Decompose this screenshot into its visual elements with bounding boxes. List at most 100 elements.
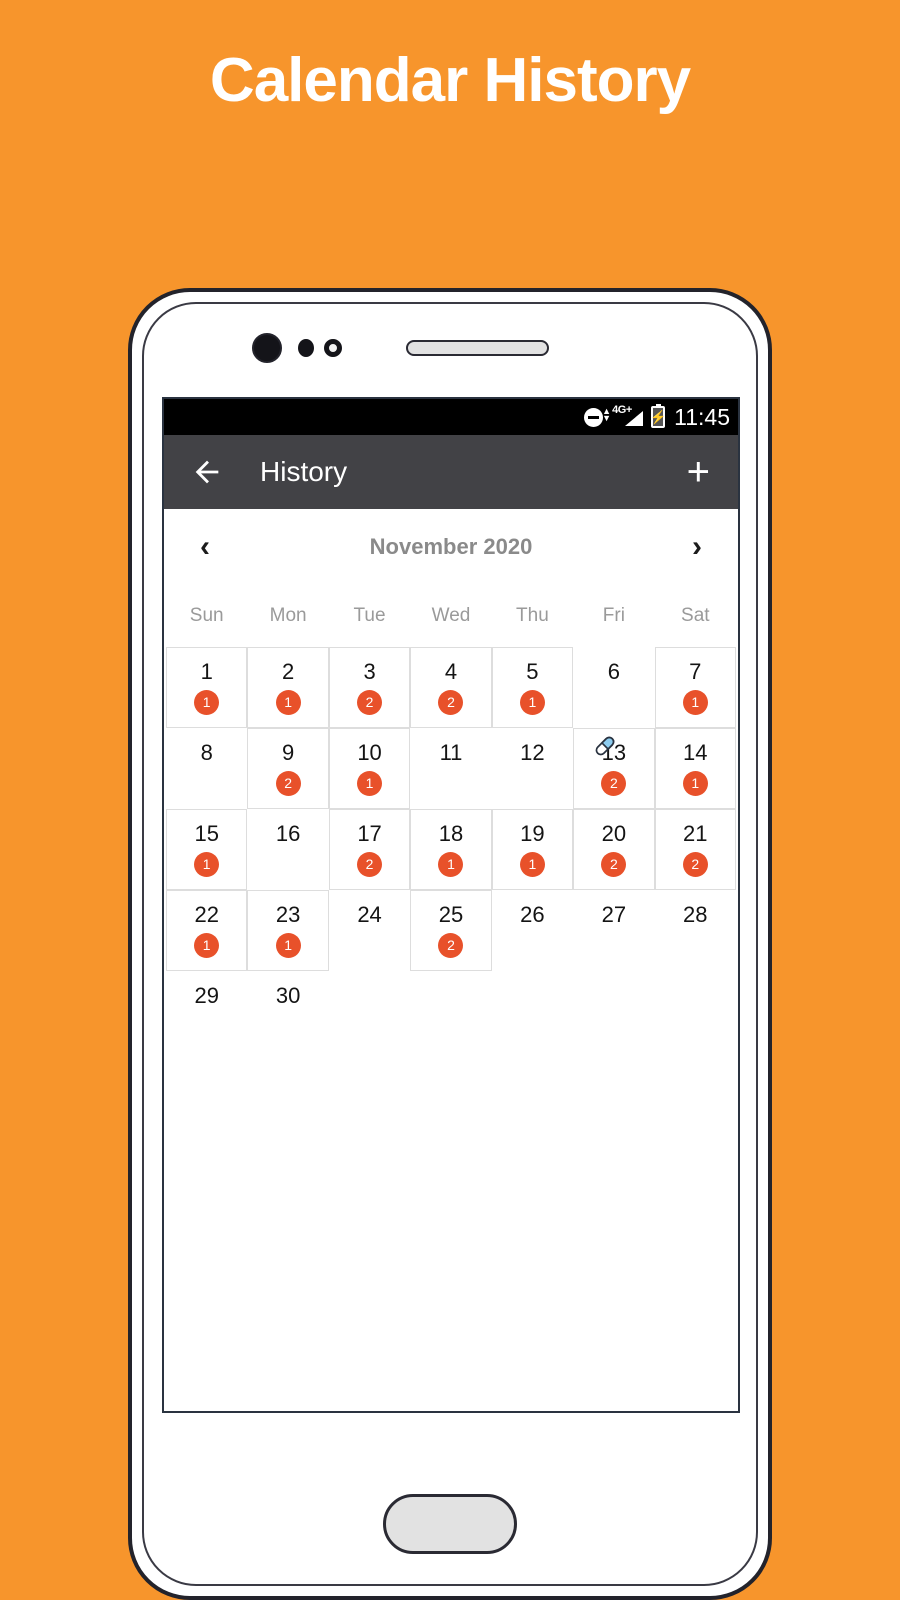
calendar-day-cell[interactable]: 32 [328, 647, 411, 728]
day-count-badge: 1 [682, 689, 708, 715]
calendar-day-cell[interactable]: 22 1 [166, 890, 248, 971]
calendar-day-cell[interactable]: 30 [247, 971, 328, 1052]
day-number: 19 [520, 820, 545, 846]
calendar-day-cell[interactable]: 12 [492, 728, 573, 809]
day-count-badge: 1 [194, 689, 220, 715]
calendar-day-cell[interactable]: 14 1 [654, 728, 736, 809]
day-number: 27 [601, 901, 627, 927]
day-count-badge: 2 [357, 689, 383, 715]
day-count-badge: 2 [438, 689, 464, 715]
calendar-day-cell[interactable]: 6 [573, 647, 654, 728]
day-number: 1 [200, 658, 213, 684]
calendar-day-cell[interactable]: 17 2 [328, 809, 411, 890]
day-number: 8 [200, 739, 213, 765]
calendar-day-cell[interactable]: 18 1 [410, 809, 492, 890]
day-count-badge: 1 [194, 851, 220, 877]
day-number: 17 [357, 820, 382, 846]
calendar-day-cell[interactable]: 29 [166, 971, 247, 1052]
calendar-day-cell[interactable]: 11 [166, 647, 248, 728]
weekday-header-row: Sun Mon Tue Wed Thu Fri Sat [166, 585, 736, 647]
pill-icon [595, 736, 615, 756]
calendar-day-cell[interactable]: 92 [247, 728, 329, 809]
day-count-badge: 1 [194, 932, 220, 958]
page-title: Calendar History [209, 46, 691, 115]
calendar-day-cell[interactable]: 26 [492, 890, 573, 971]
calendar-day-cell[interactable]: 23 1 [247, 890, 329, 971]
prev-month-button[interactable]: ‹ [190, 532, 220, 562]
calendar-day-cell[interactable]: 21 [247, 647, 329, 728]
day-count-badge: 1 [682, 770, 708, 796]
calendar-day-cell[interactable]: 71 [654, 647, 736, 728]
back-arrow-icon[interactable] [190, 455, 224, 489]
day-count-badge: 1 [357, 770, 383, 796]
calendar-day-cell[interactable]: 10 1 [328, 728, 411, 809]
day-count-badge: 1 [519, 689, 545, 715]
add-entry-button[interactable]: + [685, 452, 712, 492]
day-number: 21 [683, 820, 708, 846]
day-number: 14 [683, 739, 708, 765]
day-number: 6 [607, 658, 620, 684]
calendar-view: ‹ November 2020 › Sun Mon Tue Wed Thu Fri Sat … [164, 509, 738, 1052]
day-count-badge: 2 [357, 851, 383, 877]
day-number: 30 [275, 982, 301, 1008]
battery-charging-icon: ⚡ [650, 404, 666, 428]
day-number: 4 [444, 658, 458, 684]
day-number: 24 [357, 901, 382, 927]
day-count-badge: 1 [438, 851, 464, 877]
calendar-day-cell[interactable]: 27 [573, 890, 654, 971]
day-number: 10 [357, 739, 382, 765]
day-count-badge: 1 [275, 932, 301, 958]
day-number: 2 [282, 658, 295, 684]
calendar-day-cell[interactable]: 42 [410, 647, 492, 728]
calendar-day-cell[interactable]: 24 [329, 890, 410, 971]
calendar-day-cell[interactable]: 16 [247, 809, 328, 890]
calendar-day-cell[interactable]: 15 1 [166, 809, 248, 890]
day-count-badge: 2 [438, 932, 464, 958]
phone-top-hardware [252, 333, 652, 363]
day-number: 20 [601, 820, 627, 846]
day-count-badge: 2 [601, 770, 627, 796]
status-bar: ▲ ▼ 4G+ ⚡ 11:45 [164, 399, 738, 435]
day-number: 28 [683, 901, 708, 927]
day-number: 12 [520, 739, 545, 765]
phone-screen: ▲ ▼ 4G+ ⚡ 11:45 History + ‹ November 2020… [162, 397, 740, 1413]
day-count-badge: 1 [519, 851, 545, 877]
day-number: 18 [438, 820, 464, 846]
calendar-day-cell[interactable]: 13 2 [573, 728, 655, 809]
day-number: 7 [689, 658, 702, 684]
weekday-label-mon: Mon [269, 605, 307, 626]
calendar-day-cell[interactable]: 19 1 [491, 809, 574, 890]
phone-mockup: ▲ ▼ 4G+ ⚡ 11:45 History + ‹ November 2020… [128, 288, 772, 1600]
day-number: 3 [363, 658, 376, 684]
day-number: 15 [194, 820, 219, 846]
calendar-day-cell[interactable]: 25 2 [410, 890, 492, 971]
calendar-day-cell[interactable]: 21 2 [654, 809, 736, 890]
camera-lens-icon [252, 333, 282, 363]
day-number: 29 [194, 982, 219, 1008]
app-bar: History + [164, 435, 738, 509]
weekday-label-wed: Wed [431, 605, 471, 626]
calendar-day-cell[interactable]: 20 2 [573, 809, 655, 890]
day-number: 26 [520, 901, 545, 927]
status-clock: 11:45 [674, 403, 730, 430]
day-number: 23 [275, 901, 301, 927]
weekday-label-sun: Sun [189, 605, 224, 626]
light-sensor-icon [324, 339, 342, 357]
day-number: 9 [282, 739, 295, 765]
calendar-day-cell[interactable]: 28 [655, 890, 736, 971]
next-month-button[interactable]: › [682, 532, 712, 562]
home-button[interactable] [383, 1494, 517, 1554]
earpiece-speaker-icon [406, 340, 549, 356]
calendar-day-cell[interactable]: 11 [410, 728, 491, 809]
weekday-label-thu: Thu [516, 605, 549, 626]
calendar-day-cell[interactable]: 8 [166, 728, 247, 809]
weekday-label-fri: Fri [602, 605, 625, 626]
do-not-disturb-icon [584, 407, 604, 427]
weekday-label-sat: Sat [681, 605, 710, 626]
day-number: 25 [438, 901, 464, 927]
calendar-days-grid: 1 1 2 1 3 2 4 2 5 1 6 7 1 8 9 2 10 1 11 12 13 2 14 1 15 1 16 17 2 18 1… [166, 647, 736, 1052]
proximity-sensor-icon [298, 339, 314, 357]
calendar-day-cell[interactable]: 51 [491, 647, 574, 728]
day-count-badge: 2 [601, 851, 627, 877]
signal-bars-icon: ▲ ▼ 4G+ [602, 404, 644, 428]
